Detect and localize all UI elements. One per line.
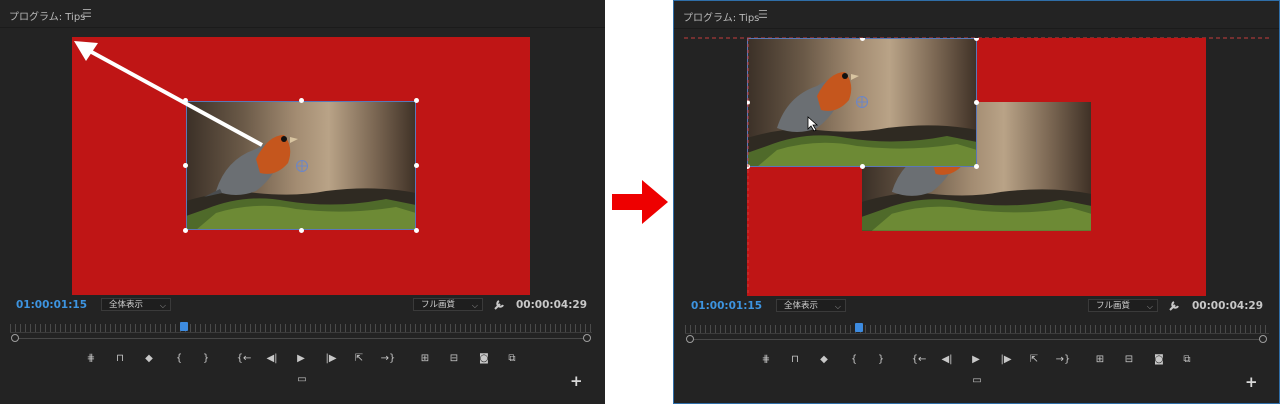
playback-resolution-select[interactable]: フル画質 ⌵ — [1088, 299, 1158, 312]
transform-handle-bottom[interactable] — [860, 164, 865, 169]
add-marker-icon[interactable]: ⋕ — [83, 351, 99, 367]
program-viewer[interactable] — [747, 38, 1206, 296]
camera-icon[interactable]: ◙ — [476, 351, 492, 367]
safe-margins-icon[interactable]: ▭ — [969, 373, 985, 389]
current-timecode[interactable]: 01:00:01:15 — [16, 299, 87, 311]
panel-title[interactable]: プログラム: Tips — [683, 9, 759, 24]
play-icon[interactable]: ▶ — [293, 351, 309, 367]
step-back-icon[interactable]: ◀| — [264, 351, 280, 367]
mark-in-icon[interactable]: ⊓ — [787, 352, 803, 368]
clear-out-icon[interactable]: } — [198, 351, 214, 367]
mark-out-icon[interactable]: ◆ — [141, 351, 157, 367]
timeline-ruler[interactable] — [10, 324, 592, 333]
chevron-down-icon: ⌵ — [471, 301, 478, 310]
program-monitor-before: プログラム: Tips ☰ 01:00:01:15 全体表示 ⌵ フル画質 ⌵ … — [0, 0, 605, 404]
chevron-down-icon: ⌵ — [159, 301, 166, 310]
chevron-down-icon: ⌵ — [834, 302, 841, 311]
clear-in-icon[interactable]: { — [171, 351, 187, 367]
program-monitor-after: プログラム: Tips ☰ 01:00:01:15 全体表示 ⌵ フル画質 ⌵ … — [673, 0, 1280, 404]
transform-handle-right[interactable] — [974, 100, 979, 105]
anchor-point-icon[interactable] — [855, 95, 869, 109]
panel-menu-icon[interactable]: ☰ — [82, 7, 92, 20]
safe-margins-icon[interactable]: ▭ — [294, 372, 310, 388]
zoom-handle-left[interactable] — [686, 335, 694, 343]
header-divider — [0, 27, 605, 28]
zoom-scrollbar-track[interactable] — [16, 338, 588, 339]
resolution-value: フル画質 — [1096, 301, 1131, 311]
zoom-level-value: 全体表示 — [784, 301, 819, 311]
zoom-level-select[interactable]: 全体表示 ⌵ — [101, 298, 171, 311]
export-icon[interactable]: ⇱ — [351, 351, 367, 367]
insert-icon[interactable]: ⊞ — [417, 351, 433, 367]
duration-timecode: 00:00:04:29 — [1192, 300, 1264, 312]
panel-title[interactable]: プログラム: Tips — [9, 8, 85, 23]
timeline-ruler[interactable] — [685, 325, 1269, 334]
chevron-down-icon: ⌵ — [1146, 302, 1153, 311]
add-marker-icon[interactable]: ⋕ — [758, 352, 774, 368]
snap-guide-vertical — [747, 38, 749, 296]
mark-in-icon[interactable]: ⊓ — [112, 351, 128, 367]
zoom-level-value: 全体表示 — [109, 300, 144, 310]
export-icon[interactable]: ⇱ — [1026, 352, 1042, 368]
wrench-icon[interactable] — [1168, 299, 1181, 312]
step-forward-icon[interactable]: |▶ — [998, 352, 1014, 368]
zoom-handle-right[interactable] — [1259, 335, 1267, 343]
current-timecode[interactable]: 01:00:01:15 — [691, 300, 762, 312]
transform-handle-bottom-right[interactable] — [974, 164, 979, 169]
playback-resolution-select[interactable]: フル画質 ⌵ — [413, 298, 483, 311]
insert-icon[interactable]: ⊞ — [1092, 352, 1108, 368]
overwrite-icon[interactable]: ⊟ — [1121, 352, 1137, 368]
step-back-icon[interactable]: ◀| — [939, 352, 955, 368]
clear-out-icon[interactable]: } — [873, 352, 889, 368]
camera-icon[interactable]: ◙ — [1151, 352, 1167, 368]
add-button-icon[interactable]: + — [1245, 373, 1258, 391]
mark-out-icon[interactable]: ◆ — [816, 352, 832, 368]
go-to-in-icon[interactable]: {← — [236, 351, 252, 367]
drag-direction-arrow — [74, 41, 263, 147]
step-forward-icon[interactable]: |▶ — [323, 351, 339, 367]
go-to-out-icon[interactable]: →} — [380, 351, 396, 367]
zoom-scrollbar-track[interactable] — [691, 339, 1264, 340]
panel-menu-icon[interactable]: ☰ — [758, 8, 768, 21]
go-to-in-icon[interactable]: {← — [911, 352, 927, 368]
transition-arrow-icon — [612, 180, 668, 224]
play-icon[interactable]: ▶ — [968, 352, 984, 368]
go-to-out-icon[interactable]: →} — [1055, 352, 1071, 368]
playhead[interactable] — [180, 322, 188, 331]
clear-in-icon[interactable]: { — [846, 352, 862, 368]
add-button-icon-left[interactable]: + — [570, 372, 583, 390]
duration-timecode: 00:00:04:29 — [516, 299, 588, 311]
overwrite-icon[interactable]: ⊟ — [446, 351, 462, 367]
zoom-handle-left[interactable] — [11, 334, 19, 342]
zoom-level-select[interactable]: 全体表示 ⌵ — [776, 299, 846, 312]
playhead[interactable] — [855, 323, 863, 332]
wrench-icon[interactable] — [493, 298, 506, 311]
compare-icon[interactable]: ⧉ — [504, 351, 520, 367]
resolution-value: フル画質 — [421, 300, 456, 310]
header-divider — [674, 28, 1279, 29]
cursor-arrow-icon — [807, 116, 819, 132]
zoom-handle-right[interactable] — [583, 334, 591, 342]
program-viewer[interactable] — [72, 37, 530, 295]
compare-icon[interactable]: ⧉ — [1179, 352, 1195, 368]
